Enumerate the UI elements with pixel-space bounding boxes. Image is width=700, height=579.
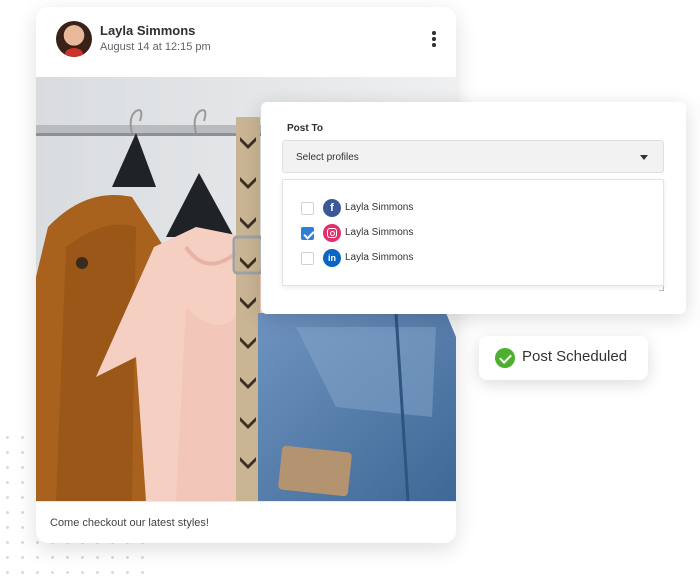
post-to-label: Post To xyxy=(287,123,323,134)
caption-bar: Come checkout our latest styles! xyxy=(36,501,456,543)
profile-dropdown: f Layla Simmons Layla Simmons in Layla S… xyxy=(282,179,664,286)
chevron-down-icon xyxy=(640,155,648,160)
more-options-icon[interactable] xyxy=(430,31,438,47)
profile-option-label: Layla Simmons xyxy=(345,252,414,263)
post-to-panel: Post To Select profiles f Layla Simmons … xyxy=(261,102,686,314)
stage: Layla Simmons August 14 at 12:15 pm Come… xyxy=(0,0,700,579)
profile-option-linkedin[interactable]: in Layla Simmons xyxy=(301,248,501,268)
toast-text: Post Scheduled xyxy=(522,348,628,365)
profile-option-instagram[interactable]: Layla Simmons xyxy=(301,223,501,243)
instagram-icon xyxy=(323,224,341,242)
profile-option-label: Layla Simmons xyxy=(345,202,414,213)
resize-handle-icon[interactable] xyxy=(659,286,664,291)
post-timestamp: August 14 at 12:15 pm xyxy=(100,41,211,53)
facebook-icon: f xyxy=(323,199,341,217)
profile-select[interactable]: Select profiles xyxy=(282,140,664,173)
post-caption: Come checkout our latest styles! xyxy=(50,517,209,529)
profile-option-label: Layla Simmons xyxy=(345,227,414,238)
post-scheduled-toast: Post Scheduled xyxy=(479,336,648,380)
profile-option-facebook[interactable]: f Layla Simmons xyxy=(301,198,501,218)
profile-checkbox-instagram[interactable] xyxy=(301,227,314,240)
avatar xyxy=(56,21,92,57)
profile-select-value: Select profiles xyxy=(296,152,359,163)
post-author: Layla Simmons xyxy=(100,23,196,38)
profile-checkbox-linkedin[interactable] xyxy=(301,252,314,265)
linkedin-icon: in xyxy=(323,249,341,267)
check-circle-icon xyxy=(495,348,515,368)
profile-checkbox-facebook[interactable] xyxy=(301,202,314,215)
post-header: Layla Simmons August 14 at 12:15 pm xyxy=(36,7,456,77)
